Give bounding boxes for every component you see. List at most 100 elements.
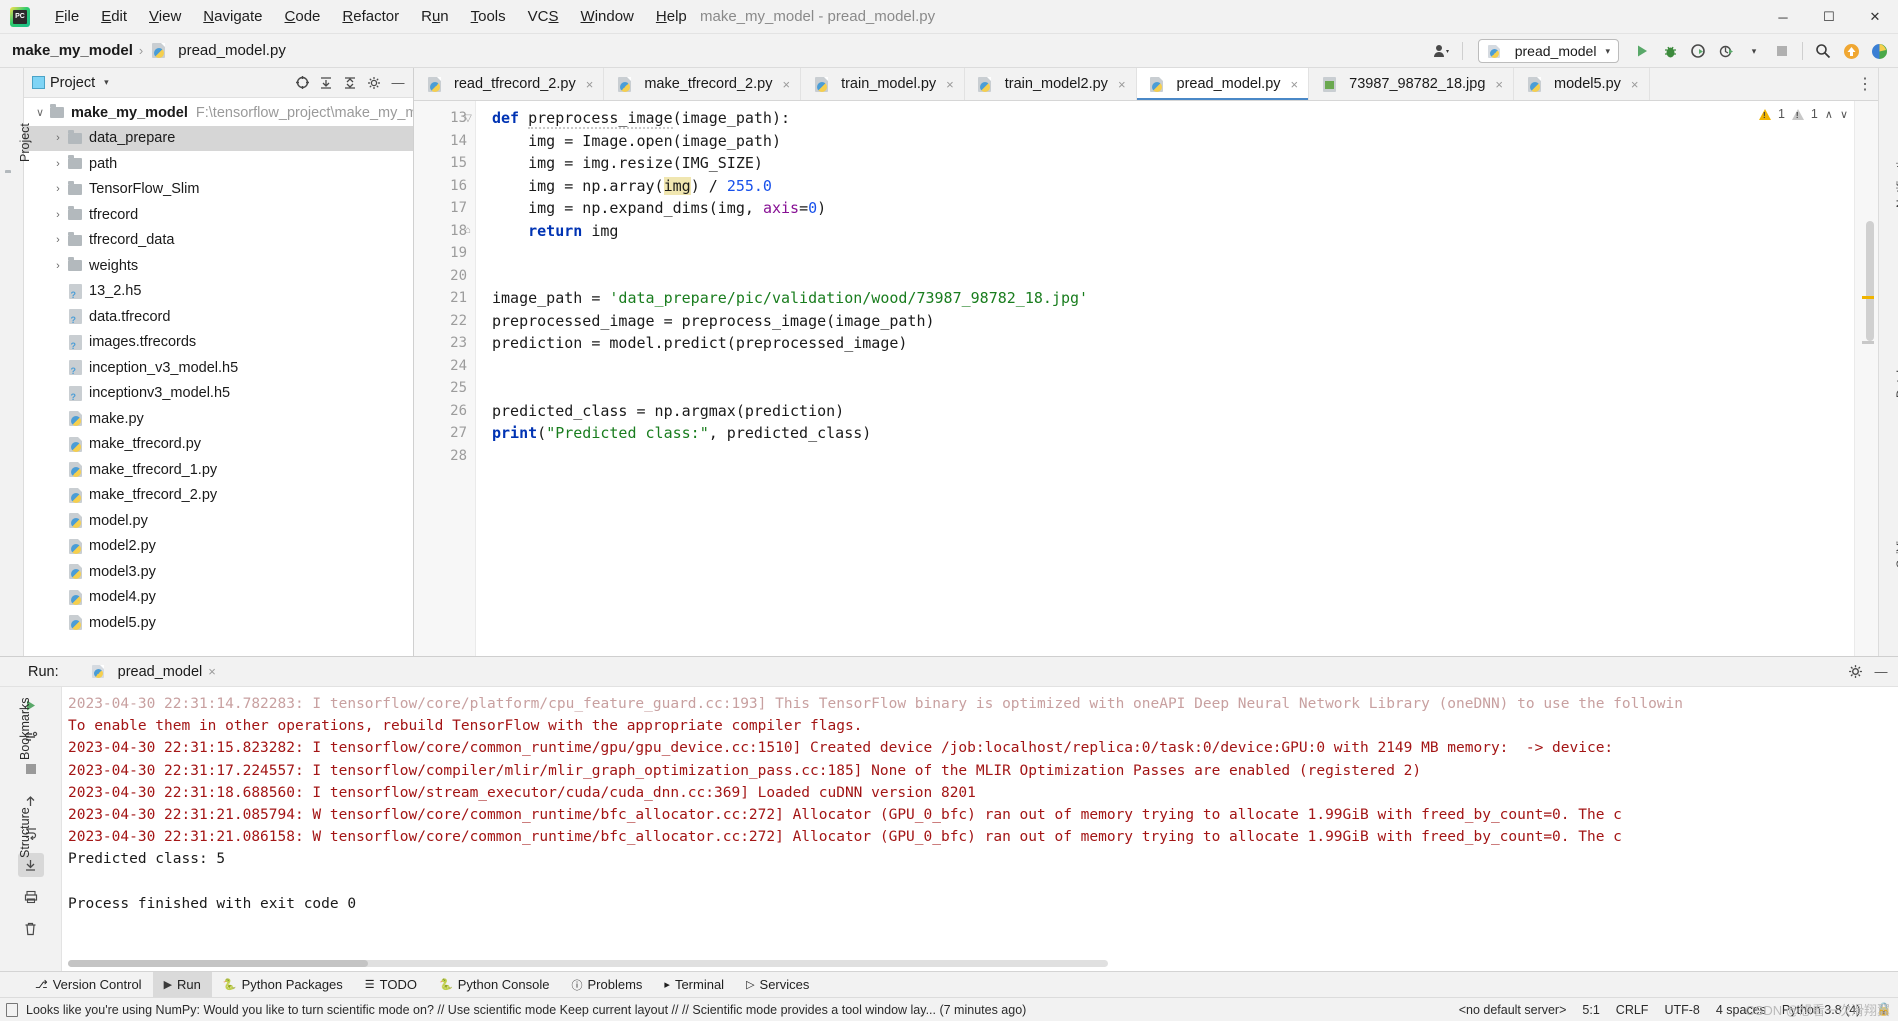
editor-tab-train-model2-py[interactable]: train_model2.py × [965, 68, 1137, 100]
tree-node-images-tfrecords[interactable]: ? images.tfrecords [24, 330, 413, 356]
code-line[interactable]: print("Predicted class:", predicted_clas… [492, 422, 1854, 445]
code-line[interactable] [492, 355, 1854, 378]
expand-arrow-icon[interactable]: › [50, 234, 66, 246]
menu-item-code[interactable]: Code [274, 4, 332, 29]
gear-icon[interactable] [1844, 661, 1866, 683]
event-log-icon[interactable] [6, 1002, 18, 1017]
close-icon[interactable]: × [782, 77, 790, 92]
bottom-tab-services[interactable]: ▷ Services [735, 972, 820, 998]
tree-node-data-prepare[interactable]: › data_prepare [24, 125, 413, 151]
close-icon[interactable]: × [1118, 77, 1126, 92]
close-icon[interactable]: × [208, 664, 216, 679]
tree-node-inception-v3-model-h5[interactable]: ? inception_v3_model.h5 [24, 355, 413, 381]
editor-tab-pread-model-py[interactable]: pread_model.py × [1136, 68, 1310, 100]
tree-node-model3-py[interactable]: model3.py [24, 559, 413, 585]
code-line[interactable]: img = np.array(img) / 255.0 [492, 175, 1854, 198]
expand-arrow-icon[interactable]: › [50, 132, 66, 144]
gear-icon[interactable] [363, 72, 385, 94]
console-horizontal-scrollbar[interactable] [68, 960, 1108, 967]
strip-label-bookmarks[interactable]: Bookmarks [18, 697, 32, 760]
bottom-tab-todo[interactable]: ☰ TODO [354, 972, 428, 998]
breadcrumb-project[interactable]: make_my_model [12, 42, 133, 59]
caret-position[interactable]: 5:1 [1582, 1003, 1599, 1017]
code-line[interactable]: def preprocess_image(image_path): [492, 107, 1854, 130]
menu-item-edit[interactable]: Edit [90, 4, 138, 29]
code-line[interactable]: return img [492, 220, 1854, 243]
run-session-tab[interactable]: pread_model × [89, 664, 216, 680]
editor-tab-make-tfrecord-2-py[interactable]: make_tfrecord_2.py × [604, 68, 802, 100]
next-problem-icon[interactable]: ∨ [1840, 108, 1848, 121]
code-line[interactable]: img = img.resize(IMG_SIZE) [492, 152, 1854, 175]
tree-node-make-tfrecord-1-py[interactable]: make_tfrecord_1.py [24, 457, 413, 483]
editor-tab-model5-py[interactable]: model5.py × [1514, 68, 1650, 100]
editor-tab-train-model-py[interactable]: train_model.py × [801, 68, 965, 100]
indent-setting[interactable]: 4 spaces [1716, 1003, 1766, 1017]
run-configuration-selector[interactable]: pread_model ▾ [1477, 39, 1619, 63]
close-icon[interactable]: × [1495, 77, 1503, 92]
minimize-button[interactable]: ─ [1760, 0, 1806, 34]
tree-root-node[interactable]: ∨ make_my_model F:\tensorflow_project\ma… [24, 100, 413, 126]
search-magnifier-icon[interactable] [1810, 38, 1836, 64]
project-tree[interactable]: ∨ make_my_model F:\tensorflow_project\ma… [24, 98, 413, 656]
menu-item-help[interactable]: Help [645, 4, 698, 29]
tree-node-make-tfrecord-py[interactable]: make_tfrecord.py [24, 432, 413, 458]
warning-stripe-mark[interactable] [1862, 296, 1874, 299]
code-line[interactable] [492, 242, 1854, 265]
menu-item-window[interactable]: Window [570, 4, 645, 29]
weak-warning-stripe-mark[interactable] [1862, 341, 1874, 344]
strip-label-structure[interactable]: Structure [18, 807, 32, 858]
console-output[interactable]: 2023-04-30 22:31:14.782283: I tensorflow… [62, 687, 1898, 971]
expand-arrow-icon[interactable]: › [50, 209, 66, 221]
line-separator[interactable]: CRLF [1616, 1003, 1649, 1017]
editor-scrollbar-thumb[interactable] [1866, 221, 1874, 341]
menu-item-tools[interactable]: Tools [460, 4, 517, 29]
menu-item-navigate[interactable]: Navigate [192, 4, 273, 29]
run-coverage-icon[interactable] [1685, 38, 1711, 64]
print-button[interactable] [18, 885, 44, 909]
strip-label-database[interactable]: Database [1894, 347, 1898, 398]
bottom-tab-run[interactable]: ▶ Run [152, 971, 212, 998]
close-icon[interactable]: × [946, 77, 954, 92]
code-line[interactable] [492, 377, 1854, 400]
tree-node-data-tfrecord[interactable]: ? data.tfrecord [24, 304, 413, 330]
tree-node-inceptionv3-model-h5[interactable]: ? inceptionv3_model.h5 [24, 381, 413, 407]
expand-all-icon[interactable] [315, 72, 337, 94]
code-line[interactable]: image_path = 'data_prepare/pic/validatio… [492, 287, 1854, 310]
tree-node-weights[interactable]: › weights [24, 253, 413, 279]
scroll-from-source-icon[interactable] [291, 72, 313, 94]
clear-all-button[interactable] [18, 917, 44, 941]
editor-scrollbar-rail[interactable] [1854, 101, 1878, 656]
tree-node-tfrecord[interactable]: › tfrecord [24, 202, 413, 228]
close-icon[interactable]: × [586, 77, 594, 92]
tree-node-model4-py[interactable]: model4.py [24, 585, 413, 611]
strip-label-project[interactable]: Project [18, 123, 32, 162]
code-line[interactable]: img = np.expand_dims(img, axis=0) [492, 197, 1854, 220]
expand-arrow-icon[interactable]: › [50, 183, 66, 195]
expand-arrow-icon[interactable]: ∨ [32, 106, 48, 119]
tree-node-make-py[interactable]: make.py [24, 406, 413, 432]
status-message[interactable]: Looks like you're using NumPy: Would you… [26, 1003, 1026, 1017]
editor-tab-73987-98782-18-jpg[interactable]: 73987_98782_18.jpg × [1309, 68, 1514, 100]
maximize-button[interactable]: ☐ [1806, 0, 1852, 34]
code-fold-icon[interactable]: ⌂ [461, 220, 475, 243]
editor-tab-read-tfrecord-2-py[interactable]: read_tfrecord_2.py × [414, 68, 605, 100]
chevron-down-icon[interactable]: ▾ [104, 77, 109, 88]
code-line[interactable] [492, 265, 1854, 288]
default-server-status[interactable]: <no default server> [1459, 1003, 1567, 1017]
prev-problem-icon[interactable]: ∧ [1825, 108, 1833, 121]
lock-icon[interactable]: 🔒 [1876, 1002, 1892, 1017]
code-line[interactable]: preprocessed_image = preprocess_image(im… [492, 310, 1854, 333]
file-encoding[interactable]: UTF-8 [1664, 1003, 1699, 1017]
tree-node-tfrecord-data[interactable]: › tfrecord_data [24, 228, 413, 254]
menu-item-file[interactable]: File [44, 4, 90, 29]
console-scrollbar-thumb[interactable] [68, 960, 368, 967]
collapse-all-icon[interactable] [339, 72, 361, 94]
expand-arrow-icon[interactable]: › [50, 260, 66, 272]
menu-item-run[interactable]: Run [410, 4, 460, 29]
tree-node-tensorflow-slim[interactable]: › TensorFlow_Slim [24, 177, 413, 203]
tab-overflow-icon[interactable]: ⋮ [1852, 68, 1878, 100]
python-interpreter[interactable]: Python 3.8 (4) [1782, 1003, 1861, 1017]
close-icon[interactable]: × [1631, 77, 1639, 92]
bottom-tab-problems[interactable]: ⓘ Problems [560, 972, 653, 998]
bottom-tab-terminal[interactable]: ▸ Terminal [653, 972, 735, 998]
